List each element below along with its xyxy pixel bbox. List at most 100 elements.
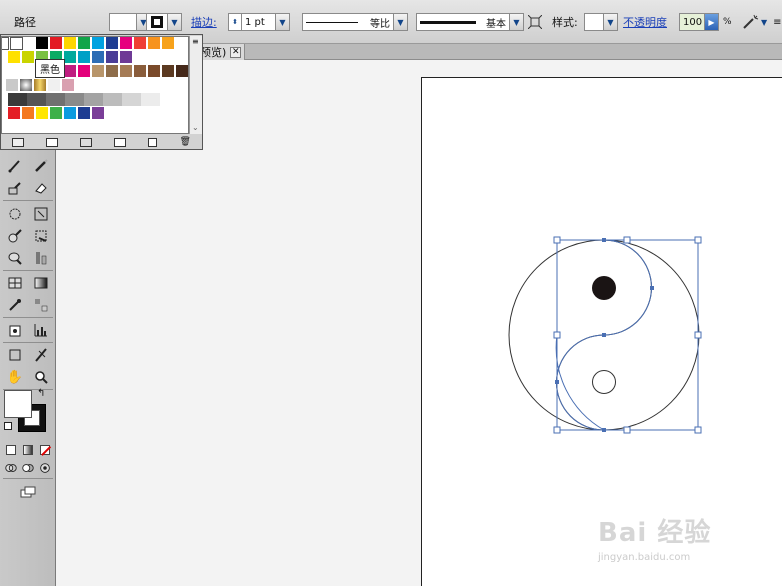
color-swatch[interactable] <box>36 37 49 50</box>
artboard-tool-icon[interactable] <box>4 346 26 364</box>
color-swatch[interactable] <box>120 51 133 64</box>
color-swatch[interactable] <box>134 37 147 50</box>
color-swatch[interactable] <box>22 37 35 50</box>
bar-graph-tool-icon[interactable] <box>30 321 52 339</box>
color-swatch[interactable] <box>78 51 91 64</box>
color-swatch[interactable] <box>22 51 35 64</box>
toolrow-mesh <box>2 273 54 293</box>
symbol-sprayer-tool-icon[interactable] <box>4 249 26 267</box>
swatch-options-icon[interactable] <box>80 137 93 147</box>
symbol-tool-icon[interactable] <box>4 321 26 339</box>
color-swatch[interactable] <box>134 65 147 78</box>
anchor-points <box>555 238 654 432</box>
trash-icon[interactable]: 🗑 <box>180 137 191 147</box>
zoom-tool-icon[interactable] <box>30 368 52 386</box>
toolrow-artboard <box>2 345 54 365</box>
column-graph-tool-icon[interactable] <box>30 249 52 267</box>
scale-tool-icon[interactable] <box>30 205 52 223</box>
show-swatch-kinds-icon[interactable] <box>46 137 59 147</box>
swatches-panel: ≡ ⌄ 🗑 黑色 <box>0 34 203 150</box>
color-swatch[interactable] <box>120 65 133 78</box>
toolrow-rotate <box>2 204 54 224</box>
panel-menu-icon[interactable]: ≡ <box>192 37 199 46</box>
color-swatch[interactable] <box>148 37 161 50</box>
black-dot <box>592 276 616 300</box>
pattern-swatch[interactable] <box>62 79 75 92</box>
color-swatch[interactable] <box>176 65 188 78</box>
color-swatch[interactable] <box>64 107 77 120</box>
new-color-group-icon[interactable] <box>114 137 127 147</box>
color-swatch[interactable] <box>106 37 119 50</box>
free-transform-tool-icon[interactable] <box>30 227 52 245</box>
registration-swatch-icon[interactable] <box>10 37 23 50</box>
toolrow-color-modes <box>2 440 54 460</box>
default-colors-icon[interactable] <box>4 422 12 430</box>
color-swatch[interactable] <box>92 37 105 50</box>
new-swatch-icon[interactable] <box>148 137 158 147</box>
watermark: Bai 经验 jingyan.baidu.com <box>598 506 748 576</box>
draw-behind-icon[interactable] <box>21 459 35 477</box>
fill-stroke-widget[interactable]: ↰ <box>4 388 52 436</box>
swatch-libraries-icon[interactable] <box>12 137 25 147</box>
none-mode-icon[interactable] <box>38 441 52 459</box>
color-swatch[interactable] <box>22 107 35 120</box>
mesh-tool-icon[interactable] <box>4 274 26 292</box>
pattern-swatch[interactable] <box>20 79 33 92</box>
color-swatch[interactable] <box>64 51 77 64</box>
rotate-tool-icon[interactable] <box>4 205 26 223</box>
color-swatch[interactable] <box>50 107 63 120</box>
color-swatch[interactable] <box>64 37 77 50</box>
gradient-tool-icon[interactable] <box>30 274 52 292</box>
swap-fill-stroke-icon[interactable]: ↰ <box>37 388 45 399</box>
hand-tool-icon[interactable]: ✋ <box>4 368 26 386</box>
swatch-tooltip: 黑色 <box>35 59 65 78</box>
color-swatch[interactable] <box>92 107 105 120</box>
color-swatch[interactable] <box>50 37 63 50</box>
toolrow-symbol <box>2 248 54 268</box>
color-swatch[interactable] <box>106 65 119 78</box>
eyedropper-tool-icon[interactable] <box>4 296 26 314</box>
color-swatch[interactable] <box>92 51 105 64</box>
draw-normal-icon[interactable] <box>4 459 18 477</box>
toolrow-draw-modes <box>2 458 54 478</box>
none-swatch-icon[interactable] <box>2 37 9 50</box>
gradient-mode-icon[interactable] <box>21 441 35 459</box>
bounding-handles <box>553 236 702 434</box>
color-mode-icon[interactable] <box>4 441 18 459</box>
pencil-tool-icon[interactable] <box>30 157 52 175</box>
pattern-swatch[interactable] <box>6 79 19 92</box>
color-swatch[interactable] <box>92 65 105 78</box>
blend-tool-icon[interactable] <box>30 296 52 314</box>
color-swatch[interactable] <box>106 51 119 64</box>
slice-tool-icon[interactable] <box>30 346 52 364</box>
warp-tool-icon[interactable] <box>4 227 26 245</box>
color-swatch[interactable] <box>78 37 91 50</box>
toolrow-graph <box>2 320 54 340</box>
color-swatch[interactable] <box>36 107 49 120</box>
watermark-brand: Bai 经验 <box>598 518 712 548</box>
toolrow-hand: ✋ <box>2 367 54 387</box>
color-swatch[interactable] <box>8 107 21 120</box>
color-swatch[interactable] <box>162 65 175 78</box>
swatch-grid <box>1 36 189 134</box>
screen-mode-icon[interactable] <box>17 483 39 501</box>
color-swatch[interactable] <box>78 107 91 120</box>
selection-box[interactable] <box>553 236 702 434</box>
draw-inside-icon[interactable] <box>38 459 52 477</box>
blob-brush-tool-icon[interactable] <box>4 179 26 197</box>
color-swatch[interactable] <box>64 65 77 78</box>
paintbrush-tool-icon[interactable] <box>4 157 26 175</box>
color-swatch[interactable] <box>148 65 161 78</box>
watermark-url: jingyan.baidu.com <box>598 552 691 563</box>
grey-ramp-swatches[interactable] <box>8 93 160 106</box>
color-swatch[interactable] <box>162 37 175 50</box>
color-swatch[interactable] <box>78 65 91 78</box>
pattern-swatch[interactable] <box>48 79 61 92</box>
pattern-swatch[interactable] <box>34 79 47 92</box>
swatches-scrollbar[interactable]: ≡ ⌄ <box>189 36 202 134</box>
color-swatch[interactable] <box>120 37 133 50</box>
eraser-tool-icon[interactable] <box>30 179 52 197</box>
color-swatch[interactable] <box>8 51 21 64</box>
scroll-down-icon[interactable]: ⌄ <box>192 123 199 132</box>
fill-indicator[interactable] <box>4 390 32 418</box>
